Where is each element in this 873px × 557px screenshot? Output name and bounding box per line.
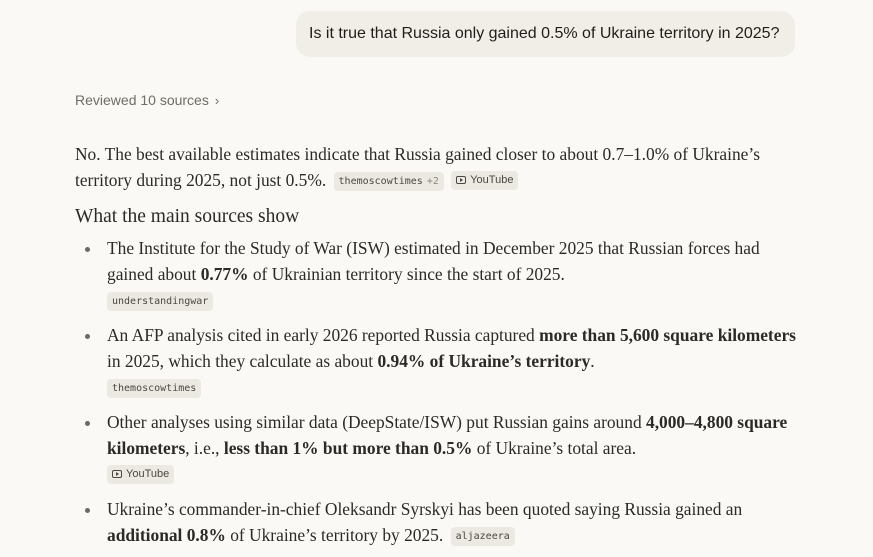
citation-chip-youtube[interactable]: YouTube (451, 170, 519, 190)
citation-chip-themoscowtimes[interactable]: themoscowtimes +2 (333, 172, 444, 191)
list-item: An AFP analysis cited in early 2026 repo… (75, 322, 800, 400)
user-message-text: Is it true that Russia only gained 0.5% … (309, 25, 780, 42)
citation-line: YouTube (107, 461, 800, 487)
citation-chip-youtube[interactable]: YouTube (107, 464, 175, 484)
section-heading: What the main sources show (75, 206, 300, 227)
citation-label: YouTube (470, 173, 514, 186)
citation-chip-understandingwar[interactable]: understandingwar (107, 292, 214, 311)
sources-list: The Institute for the Study of War (ISW)… (75, 235, 800, 548)
citation-label: themoscowtimes (338, 176, 423, 187)
list-item: Ukraine’s commander-in-chief Oleksandr S… (75, 496, 800, 548)
citation-chip-aljazeera[interactable]: aljazeera (450, 527, 515, 546)
citation-line: understandingwar (107, 287, 800, 313)
list-item: The Institute for the Study of War (ISW)… (75, 235, 800, 313)
citation-line: themoscowtimes (107, 374, 800, 400)
assistant-response: No. The best available estimates indicat… (75, 141, 800, 557)
reviewed-sources-toggle[interactable]: Reviewed 10 sources › (75, 92, 219, 108)
youtube-icon (112, 470, 122, 478)
user-message-bubble: Is it true that Russia only gained 0.5% … (296, 11, 795, 57)
chevron-right-icon: › (214, 92, 220, 108)
citation-chip-themoscowtimes[interactable]: themoscowtimes (107, 379, 202, 398)
lead-paragraph: No. The best available estimates indicat… (75, 141, 800, 193)
list-item: Other analyses using similar data (DeepS… (75, 409, 800, 487)
reviewed-sources-label: Reviewed 10 sources (75, 92, 209, 108)
citation-more-count: +2 (426, 176, 439, 187)
youtube-icon (456, 176, 467, 184)
citation-label: YouTube (126, 467, 170, 480)
